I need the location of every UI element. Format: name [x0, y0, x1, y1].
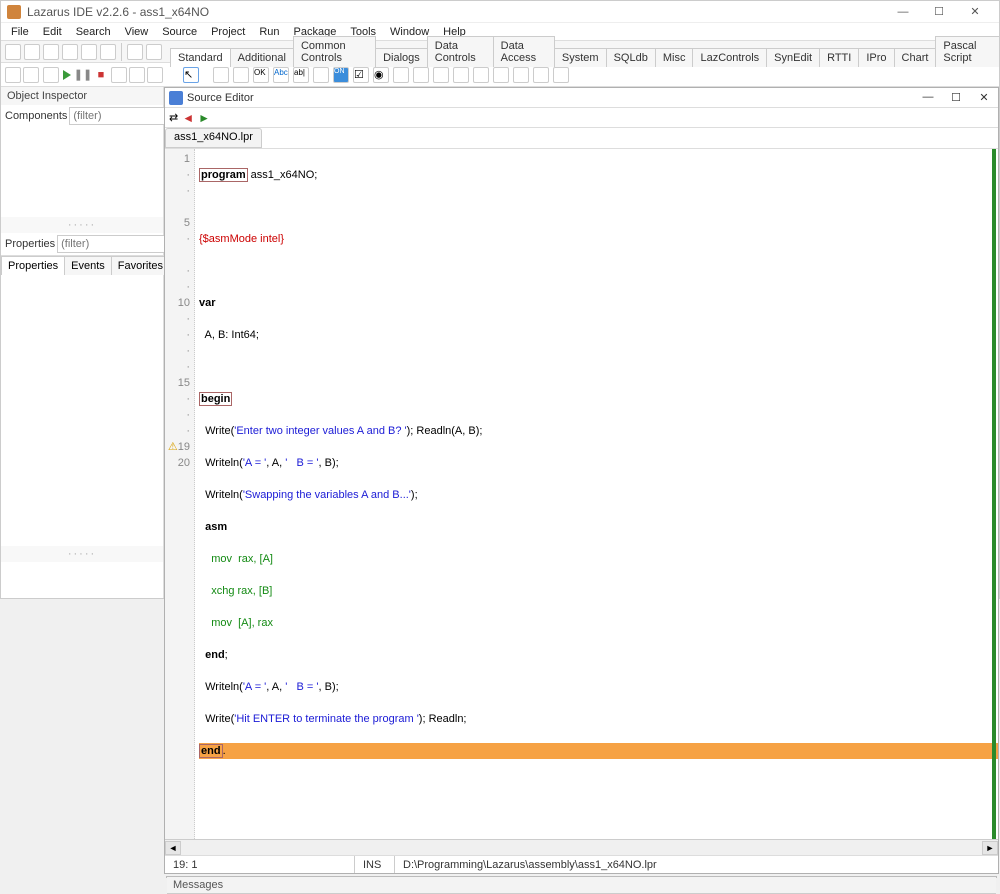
source-editor-tabs: ass1_x64NO.lpr	[165, 128, 998, 148]
togglebox-component[interactable]: ON	[333, 67, 349, 83]
source-editor-title: Source Editor	[187, 92, 914, 104]
source-editor-titlebar[interactable]: Source Editor — ☐ ✕	[165, 88, 998, 108]
build-modes-button[interactable]	[43, 67, 59, 83]
object-inspector-title: Object Inspector	[1, 87, 163, 105]
menu-search[interactable]: Search	[70, 25, 117, 39]
components-filter-row: Components ×	[1, 105, 163, 127]
view-units-button[interactable]	[5, 67, 21, 83]
radiogroup-component[interactable]	[473, 67, 489, 83]
pause-button[interactable]: ❚❚	[75, 67, 91, 83]
button-component[interactable]: OK	[253, 67, 269, 83]
oi-splitter-2[interactable]: ·····	[1, 546, 163, 562]
main-area: Object Inspector Components × ····· Prop…	[1, 87, 999, 598]
oi-splitter-1[interactable]: ·····	[1, 217, 163, 233]
messages-title[interactable]: Messages	[167, 877, 996, 894]
editor-gutter[interactable]: 1 · · 5 · · · 10 · · · · 15	[165, 149, 195, 839]
memo-component[interactable]	[313, 67, 329, 83]
right-column: Source Editor — ☐ ✕ ⇄ ◄ ► ass1_x64NO.lpr	[164, 87, 999, 598]
close-button[interactable]: ✕	[957, 1, 993, 23]
nav-back-button[interactable]: ◄	[182, 111, 194, 125]
toolbar-row-1: Standard Additional Common Controls Dial…	[1, 41, 999, 63]
status-file-path: D:\Programming\Lazarus\assembly\ass1_x64…	[395, 856, 998, 873]
source-editor-maximize-button[interactable]: ☐	[942, 91, 970, 104]
open-button[interactable]	[43, 44, 59, 60]
step-into-button[interactable]	[129, 67, 145, 83]
maximize-button[interactable]: ☐	[921, 1, 957, 23]
listbox-component[interactable]	[393, 67, 409, 83]
menu-file[interactable]: File	[5, 25, 35, 39]
object-inspector-pane: Object Inspector Components × ····· Prop…	[1, 87, 164, 598]
scroll-right-button[interactable]: ►	[982, 841, 998, 855]
source-editor-icon	[169, 91, 183, 105]
step-over-button[interactable]	[111, 67, 127, 83]
toolbar-separator	[121, 43, 122, 61]
code-area[interactable]: program ass1_x64NO; {$asmMode intel} var…	[195, 149, 998, 839]
scrollbar-component[interactable]	[433, 67, 449, 83]
code-editor[interactable]: 1 · · 5 · · · 10 · · · · 15	[165, 148, 998, 839]
open-dropdown-button[interactable]	[62, 44, 78, 60]
radiobutton-component[interactable]: ◉	[373, 67, 389, 83]
source-tab-file[interactable]: ass1_x64NO.lpr	[165, 128, 262, 148]
source-editor-statusbar: 19: 1 INS D:\Programming\Lazarus\assembl…	[165, 855, 998, 873]
toolbar-row-2: ❚❚ ■ ↖ OK Abc ab| ON ☑ ◉	[1, 63, 999, 87]
checkbox-component[interactable]: ☑	[353, 67, 369, 83]
app-icon	[7, 5, 21, 19]
minimize-button[interactable]: —	[885, 1, 921, 23]
oi-tabs: Properties Events Favorites Re	[1, 255, 163, 275]
scroll-left-button[interactable]: ◄	[165, 841, 181, 855]
edit-component[interactable]: ab|	[293, 67, 309, 83]
stop-button[interactable]: ■	[93, 67, 109, 83]
properties-label: Properties	[5, 238, 55, 250]
popupmenu-component[interactable]	[233, 67, 249, 83]
oi-tab-events[interactable]: Events	[64, 256, 112, 275]
selection-tool-button[interactable]: ↖	[183, 67, 199, 83]
save-button[interactable]	[81, 44, 97, 60]
new-form-button[interactable]	[24, 44, 40, 60]
label-component[interactable]: Abc	[273, 67, 289, 83]
checkgroup-component[interactable]	[493, 67, 509, 83]
oi-tab-properties[interactable]: Properties	[1, 256, 65, 275]
messages-window: Messages Compile Project, Target: ass1_x…	[166, 876, 997, 878]
manage-desktops-button[interactable]	[146, 44, 162, 60]
lazarus-main-window: Lazarus IDE v2.2.6 - ass1_x64NO — ☐ ✕ Fi…	[0, 0, 1000, 599]
step-out-button[interactable]	[147, 67, 163, 83]
source-editor-minimize-button[interactable]: —	[914, 91, 942, 104]
oi-tab-favorites[interactable]: Favorites	[111, 256, 170, 275]
view-forms-button[interactable]	[23, 67, 39, 83]
warning-gutter-icon[interactable]: ⚠	[168, 441, 178, 453]
window-title: Lazarus IDE v2.2.6 - ass1_x64NO	[27, 5, 885, 19]
menu-view[interactable]: View	[119, 25, 155, 39]
actionlist-component[interactable]	[553, 67, 569, 83]
status-cursor-pos: 19: 1	[165, 856, 355, 873]
oi-info-panel	[1, 562, 163, 598]
new-unit-button[interactable]	[5, 44, 21, 60]
combobox-component[interactable]	[413, 67, 429, 83]
source-editor-window: Source Editor — ☐ ✕ ⇄ ◄ ► ass1_x64NO.lpr	[164, 87, 999, 874]
source-editor-close-button[interactable]: ✕	[970, 91, 998, 104]
status-insert-mode[interactable]: INS	[355, 856, 395, 873]
mainmenu-component[interactable]	[213, 67, 229, 83]
source-editor-nav: ⇄ ◄ ►	[165, 108, 998, 128]
editor-overview-ruler[interactable]	[992, 149, 996, 839]
main-titlebar[interactable]: Lazarus IDE v2.2.6 - ass1_x64NO — ☐ ✕	[1, 1, 999, 23]
nav-forward-button[interactable]: ►	[198, 111, 210, 125]
panel-component[interactable]	[513, 67, 529, 83]
groupbox-component[interactable]	[453, 67, 469, 83]
properties-filter-row: Properties ×	[1, 233, 163, 255]
components-tree[interactable]	[1, 127, 163, 217]
editor-horizontal-scrollbar[interactable]: ◄ ►	[165, 839, 998, 855]
jump-points-icon[interactable]: ⇄	[169, 111, 178, 124]
frame-component[interactable]	[533, 67, 549, 83]
menu-edit[interactable]: Edit	[37, 25, 68, 39]
properties-grid[interactable]	[1, 275, 163, 546]
run-button[interactable]	[63, 70, 71, 80]
components-label: Components	[5, 110, 67, 122]
save-all-button[interactable]	[100, 44, 116, 60]
toggle-form-button[interactable]	[127, 44, 143, 60]
